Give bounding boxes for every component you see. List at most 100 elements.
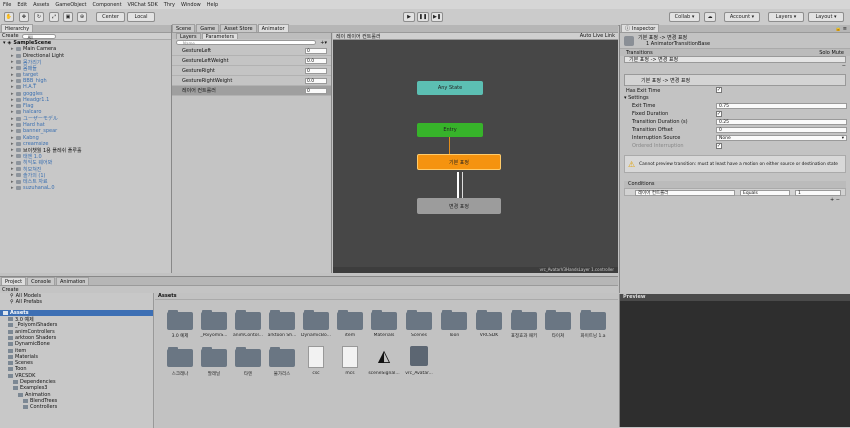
asset-folder-icon[interactable] (201, 310, 227, 330)
parameter-value-input[interactable]: 0 (305, 67, 327, 74)
tab-animation[interactable]: Animation (55, 277, 90, 285)
add-parameter-icon[interactable]: +▾ (320, 40, 327, 46)
controller-icon[interactable] (410, 346, 428, 366)
asset-folder-icon[interactable] (167, 310, 193, 330)
asset-folder-icon[interactable] (476, 310, 502, 330)
pause-button[interactable]: ❚❚ (417, 12, 429, 22)
hierarchy-search-input[interactable]: All (21, 33, 56, 40)
parameter-row[interactable]: GestureRightWeight 0.0 (172, 76, 331, 86)
asset-folder-icon[interactable] (580, 310, 606, 330)
cloud-icon[interactable]: ☁ (704, 12, 716, 22)
asset-folder-icon[interactable] (235, 310, 261, 330)
document-icon[interactable] (308, 346, 324, 368)
project-breadcrumb[interactable]: Assets (155, 293, 618, 300)
add-remove-condition-buttons[interactable]: + − (620, 197, 840, 203)
settings-foldout[interactable]: ▾ Settings (620, 95, 850, 102)
tab-asset-store[interactable]: Asset Store (220, 24, 257, 32)
play-button[interactable]: ▶ (403, 12, 415, 22)
tab-animator[interactable]: Animator (257, 24, 289, 32)
menu-item-7[interactable]: Window (181, 2, 201, 8)
setting-input[interactable]: 0 (716, 127, 847, 133)
menu-item-5[interactable]: VRChat SDK (128, 2, 158, 8)
has-exit-time-checkbox[interactable]: ✓ (716, 87, 722, 93)
asset-folder-icon[interactable] (235, 347, 261, 367)
panel-lock-icon[interactable]: 🔒 ≡ (835, 26, 850, 32)
default-state-node[interactable]: 기본 표정 (417, 154, 501, 170)
asset-folder-icon[interactable] (545, 310, 571, 330)
target-state-node[interactable]: 변경 표정 (417, 198, 501, 214)
asset-folder-icon[interactable] (371, 310, 397, 330)
transition-list-item[interactable]: 기본 표정 -> 변경 표정 (624, 56, 846, 63)
tab-hierarchy[interactable]: Hierarchy (1, 24, 34, 32)
menu-item-6[interactable]: Thry (164, 2, 175, 8)
create-dropdown[interactable]: Create (2, 33, 19, 39)
unity-icon[interactable]: ◭ (375, 346, 393, 366)
parameter-row[interactable]: GestureLeftWeight 0.0 (172, 56, 331, 66)
parameter-row[interactable]: GestureRight 0 (172, 66, 331, 76)
asset-folder-icon[interactable] (511, 310, 537, 330)
parameter-value-input[interactable]: 0 (305, 47, 327, 54)
asset-folder-icon[interactable] (303, 310, 329, 330)
parameter-value-input[interactable]: 0 (305, 87, 327, 94)
tab-console[interactable]: Console (27, 277, 55, 285)
hierarchy-item[interactable]: ▸ suzuhanaL.0 (0, 185, 171, 191)
parameter-value-input[interactable]: 0.0 (305, 77, 327, 84)
parameter-value-input[interactable]: 0.0 (305, 57, 327, 64)
setting-input[interactable]: 0.75 (716, 103, 847, 109)
collab-button[interactable]: Collab ▾ (669, 12, 700, 22)
account-button[interactable]: Account ▾ (724, 12, 760, 22)
asset-folder-icon[interactable] (269, 310, 295, 330)
project-folder-item[interactable]: Controllers (0, 404, 153, 410)
animator-graph[interactable]: 레이 레이어 컨트롤러 Auto Live Link Any State Ent… (333, 33, 618, 273)
layers-button[interactable]: Layers ▾ (768, 12, 804, 22)
transition-arrow-selected[interactable] (457, 172, 459, 198)
tab-layers[interactable]: Layers (176, 33, 201, 40)
asset-folder-icon[interactable] (167, 347, 193, 367)
asset-folder-icon[interactable] (269, 347, 295, 367)
menu-item-0[interactable]: File (3, 2, 11, 8)
favorite-item[interactable]: ⚲ All Prefabs (0, 299, 153, 305)
asset-folder-icon[interactable] (337, 310, 363, 330)
rotate-tool-icon[interactable]: ↻ (34, 12, 44, 22)
remove-transition-button[interactable]: − (624, 63, 846, 69)
parameter-row[interactable]: 레이어 컨트롤러 0 (172, 86, 331, 96)
scale-tool-icon[interactable]: ⤢ (49, 12, 59, 22)
asset-folder-icon[interactable] (406, 310, 432, 330)
layout-button[interactable]: Layout ▾ (808, 12, 844, 22)
tab-parameters[interactable]: Parameters (201, 33, 239, 40)
setting-select[interactable]: None ▾ (716, 135, 847, 141)
asset-folder-icon[interactable] (441, 310, 467, 330)
asset-folder-icon[interactable] (201, 347, 227, 367)
rect-tool-icon[interactable]: ▣ (63, 12, 73, 22)
transition-arrow[interactable] (462, 172, 463, 198)
move-tool-icon[interactable]: ✥ (19, 12, 29, 22)
auto-live-link-button[interactable]: Auto Live Link (580, 33, 615, 39)
tab-game[interactable]: Game (196, 24, 220, 32)
transform-tool-icon[interactable]: ⊕ (77, 12, 87, 22)
document-icon[interactable] (342, 346, 358, 368)
tab-inspector[interactable]: ⓘ Inspector (621, 24, 660, 32)
step-button[interactable]: ▶❚ (431, 12, 443, 22)
tab-scene[interactable]: Scene (172, 24, 196, 32)
tab-project[interactable]: Project (1, 277, 27, 285)
setting-checkbox[interactable]: ✓ (716, 111, 722, 117)
project-create-dropdown[interactable]: Create (2, 287, 19, 293)
pivot-center-button[interactable]: Center (96, 12, 125, 22)
entry-node[interactable]: Entry (417, 123, 483, 137)
condition-operator-select[interactable]: Equals (740, 190, 790, 196)
menu-item-4[interactable]: Component (93, 2, 122, 8)
pivot-local-button[interactable]: Local (127, 12, 155, 22)
parameter-search-input[interactable]: Name (176, 40, 317, 46)
any-state-node[interactable]: Any State (417, 81, 483, 95)
condition-value-input[interactable]: 1 (795, 190, 841, 196)
hand-tool-icon[interactable]: ✋ (4, 12, 14, 22)
menu-item-8[interactable]: Help (207, 2, 218, 8)
menu-item-1[interactable]: Edit (17, 2, 27, 8)
menu-item-3[interactable]: GameObject (55, 2, 86, 8)
animator-breadcrumb[interactable]: 레이 레이어 컨트롤러 (336, 33, 381, 40)
setting-checkbox[interactable]: ✓ (716, 143, 722, 149)
menu-item-2[interactable]: Assets (33, 2, 49, 8)
parameter-row[interactable]: GestureLeft 0 (172, 46, 331, 56)
condition-param-select[interactable]: 레이어 컨트롤러 (635, 190, 735, 196)
setting-input[interactable]: 0.25 (716, 119, 847, 125)
